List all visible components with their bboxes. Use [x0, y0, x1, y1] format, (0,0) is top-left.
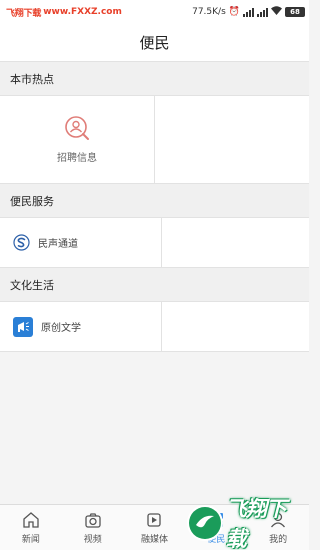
nav-label: 视频: [83, 534, 102, 545]
recruit-search-icon: [65, 116, 89, 140]
bottom-nav: 新闻 视频 融媒体 便民 我的: [0, 504, 309, 550]
service-icon: [209, 512, 224, 527]
status-brand: 飞翔下载: [6, 8, 42, 19]
tile-empty: [155, 96, 309, 183]
status-bar: 飞翔下载 www.FXXZ.com 77.5K/s ⏰ 68: [0, 0, 309, 24]
section-header-hot: 本市热点: [0, 62, 309, 96]
section-header-service: 便民服务: [0, 184, 309, 218]
tile-public-voice[interactable]: 民声通道: [0, 218, 162, 267]
network-speed: 77.5K/s: [192, 7, 226, 17]
section-title: 文化生活: [10, 278, 54, 292]
nav-label: 我的: [269, 534, 288, 545]
media-icon: [147, 512, 162, 527]
tile-empty: [162, 302, 310, 351]
section-header-culture: 文化生活: [0, 268, 309, 302]
nav-item-service[interactable]: 便民: [185, 505, 247, 550]
signal-icon: [243, 7, 254, 17]
section-title: 便民服务: [10, 194, 54, 208]
s-logo-icon: [13, 234, 30, 251]
megaphone-icon: [13, 316, 33, 337]
status-right: 77.5K/s ⏰ 68: [192, 6, 305, 18]
camera-icon: [85, 512, 101, 528]
wifi-icon: [271, 6, 282, 18]
nav-label: 新闻: [21, 534, 40, 545]
battery-icon: 68: [285, 7, 305, 17]
tile-original-literature[interactable]: 原创文学: [0, 302, 162, 351]
grid-row-service: 民声通道: [0, 218, 309, 268]
nav-label: 融媒体: [140, 534, 168, 545]
signal-icon-2: [257, 7, 268, 17]
nav-item-video[interactable]: 视频: [62, 505, 124, 550]
tile-recruitment[interactable]: 招聘信息: [0, 96, 155, 183]
home-icon: [23, 511, 39, 528]
page-title: 便民: [139, 34, 170, 52]
nav-label: 便民: [207, 534, 226, 545]
tile-label: 招聘信息: [57, 153, 97, 164]
tile-label: 民声通道: [38, 239, 78, 250]
status-left: 飞翔下载 www.FXXZ.com: [6, 6, 122, 19]
nav-item-news[interactable]: 新闻: [0, 505, 62, 550]
tile-label: 原创文学: [41, 323, 81, 334]
nav-item-mine[interactable]: 我的: [247, 505, 309, 550]
nav-item-media[interactable]: 融媒体: [124, 505, 186, 550]
grid-row-culture: 原创文学: [0, 302, 309, 352]
section-title: 本市热点: [10, 72, 54, 86]
user-icon: [271, 512, 286, 527]
tile-empty: [162, 218, 310, 267]
alarm-icon: ⏰: [228, 7, 240, 17]
grid-row-hot: 招聘信息: [0, 96, 309, 184]
app-header: 便民: [0, 24, 309, 62]
status-url: www.FXXZ.com: [43, 7, 122, 17]
